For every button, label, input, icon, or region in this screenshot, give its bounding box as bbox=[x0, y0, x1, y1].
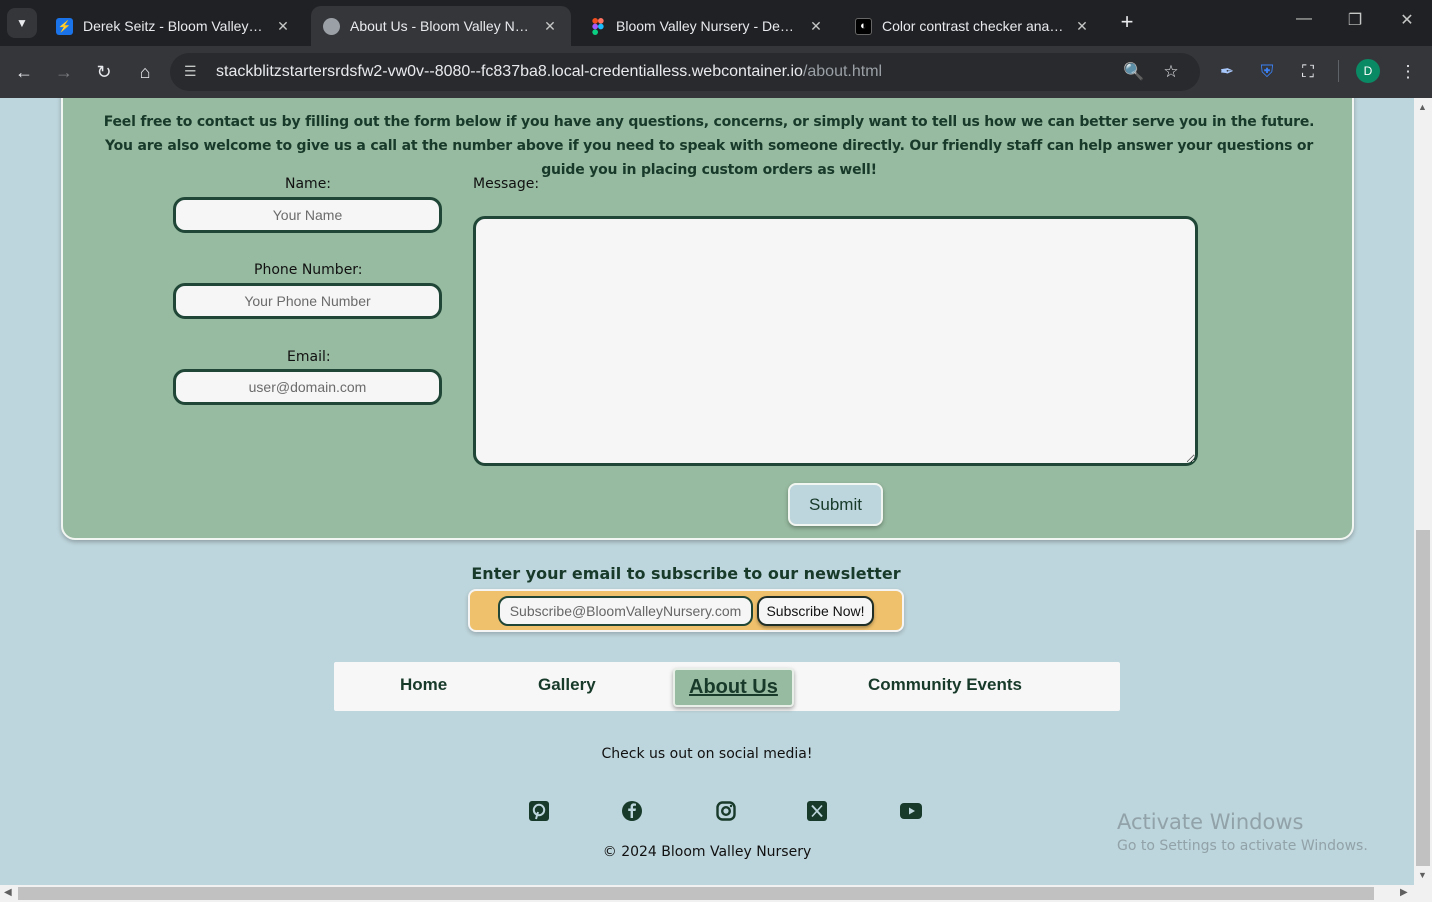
tab-about-us[interactable]: About Us - Bloom Valley Nurser ✕ bbox=[311, 6, 571, 46]
site-info-icon[interactable]: ☰ bbox=[184, 63, 204, 81]
youtube-icon[interactable] bbox=[900, 800, 922, 822]
phone-input[interactable] bbox=[173, 283, 442, 319]
bookmark-star-icon[interactable]: ☆ bbox=[1157, 58, 1185, 86]
footer-nav: Home Gallery About Us Community Events bbox=[334, 662, 1120, 711]
vertical-scrollbar[interactable]: ▲ ▼ bbox=[1414, 98, 1432, 885]
windows-activation-watermark: Activate Windows Go to Settings to activ… bbox=[1117, 810, 1368, 854]
chevron-down-icon: ▼ bbox=[16, 16, 28, 30]
submit-button[interactable]: Submit bbox=[788, 483, 883, 526]
horizontal-scrollbar[interactable]: ◀ ▶ bbox=[0, 885, 1432, 902]
tab-strip: ▼ ⚡ Derek Seitz - Bloom Valley Nurs ✕ Ab… bbox=[0, 0, 1432, 46]
zoom-icon[interactable]: 🔍 bbox=[1120, 58, 1148, 86]
email-input[interactable] bbox=[173, 369, 442, 405]
new-tab-button[interactable]: + bbox=[1114, 10, 1140, 36]
restore-icon[interactable]: ❐ bbox=[1343, 10, 1367, 30]
scroll-left-icon[interactable]: ◀ bbox=[4, 887, 12, 898]
tab-title: Bloom Valley Nursery - Desktop bbox=[616, 18, 799, 34]
address-bar[interactable]: ☰ stackblitzstartersrdsfw2-vw0v--8080--f… bbox=[170, 53, 1200, 91]
tab-title: Color contrast checker analyzer bbox=[882, 18, 1065, 34]
tab-derek-seitz[interactable]: ⚡ Derek Seitz - Bloom Valley Nurs ✕ bbox=[44, 6, 304, 46]
page-viewport: Feel free to contact us by filling out t… bbox=[0, 98, 1414, 885]
message-label: Message: bbox=[473, 176, 540, 192]
extension-feather-icon[interactable]: ✒ bbox=[1213, 58, 1241, 86]
window-close-icon[interactable]: ✕ bbox=[1395, 10, 1419, 30]
facebook-icon[interactable] bbox=[621, 800, 643, 822]
url-host: stackblitzstartersrdsfw2-vw0v--8080--fc8… bbox=[216, 63, 803, 80]
figma-icon bbox=[589, 17, 606, 35]
toolbar-divider bbox=[1338, 60, 1339, 82]
phone-label: Phone Number: bbox=[254, 262, 363, 278]
scroll-down-icon[interactable]: ▼ bbox=[1418, 870, 1427, 880]
tab-title: Derek Seitz - Bloom Valley Nurs bbox=[83, 18, 266, 34]
close-icon[interactable]: ✕ bbox=[1073, 18, 1091, 35]
tab-title: About Us - Bloom Valley Nurser bbox=[350, 18, 533, 34]
tab-bloom-valley-desktop[interactable]: Bloom Valley Nursery - Desktop ✕ bbox=[577, 6, 837, 46]
contact-form-card: Feel free to contact us by filling out t… bbox=[61, 98, 1354, 540]
nav-gallery[interactable]: Gallery bbox=[538, 675, 596, 695]
contact-intro-text: Feel free to contact us by filling out t… bbox=[103, 114, 1315, 178]
profile-avatar[interactable]: D bbox=[1356, 59, 1380, 83]
name-input[interactable] bbox=[173, 197, 442, 233]
subscribe-button[interactable]: Subscribe Now! bbox=[757, 596, 874, 626]
email-label: Email: bbox=[287, 349, 331, 365]
nav-community-events[interactable]: Community Events bbox=[868, 675, 1022, 695]
watermark-subtitle: Go to Settings to activate Windows. bbox=[1117, 838, 1368, 854]
pinterest-icon[interactable] bbox=[528, 800, 550, 822]
reload-icon[interactable]: ↻ bbox=[90, 58, 118, 86]
more-menu-icon[interactable]: ⋮ bbox=[1394, 58, 1422, 86]
close-icon[interactable]: ✕ bbox=[807, 18, 825, 35]
scroll-right-icon[interactable]: ▶ bbox=[1400, 887, 1408, 898]
nav-about-us[interactable]: About Us bbox=[673, 668, 794, 707]
home-icon[interactable]: ⌂ bbox=[131, 58, 159, 86]
tab-color-contrast[interactable]: ◐ Color contrast checker analyzer ✕ bbox=[843, 6, 1103, 46]
watermark-title: Activate Windows bbox=[1117, 810, 1304, 834]
minimize-icon[interactable]: — bbox=[1292, 10, 1316, 28]
horizontal-scroll-thumb[interactable] bbox=[18, 887, 1374, 900]
social-media-text: Check us out on social media! bbox=[601, 746, 813, 762]
newsletter-form: Subscribe Now! bbox=[468, 589, 904, 632]
vertical-scroll-thumb[interactable] bbox=[1416, 530, 1430, 866]
close-icon[interactable]: ✕ bbox=[541, 18, 559, 35]
forward-icon[interactable]: → bbox=[50, 58, 78, 86]
browser-toolbar: ← → ↻ ⌂ ☰ stackblitzstartersrdsfw2-vw0v-… bbox=[0, 46, 1432, 98]
x-twitter-icon[interactable] bbox=[806, 800, 828, 822]
name-label: Name: bbox=[285, 176, 332, 192]
globe-icon bbox=[323, 17, 340, 35]
close-icon[interactable]: ✕ bbox=[274, 18, 292, 35]
contrast-checker-icon: ◐ bbox=[855, 17, 872, 35]
back-icon[interactable]: ← bbox=[10, 58, 38, 86]
scroll-up-icon[interactable]: ▲ bbox=[1418, 102, 1427, 112]
newsletter-title: Enter your email to subscribe to our new… bbox=[471, 564, 901, 583]
nav-home[interactable]: Home bbox=[400, 675, 447, 695]
instagram-icon[interactable] bbox=[715, 800, 737, 822]
bitwarden-shield-icon[interactable]: ⛨ bbox=[1253, 58, 1281, 86]
message-textarea[interactable] bbox=[473, 216, 1198, 466]
newsletter-email-input[interactable] bbox=[498, 596, 753, 626]
extensions-puzzle-icon[interactable]: ⛶ bbox=[1294, 58, 1322, 86]
stackblitz-bolt-icon: ⚡ bbox=[56, 17, 73, 35]
tab-search-button[interactable]: ▼ bbox=[7, 8, 37, 38]
url-path: /about.html bbox=[802, 63, 883, 80]
